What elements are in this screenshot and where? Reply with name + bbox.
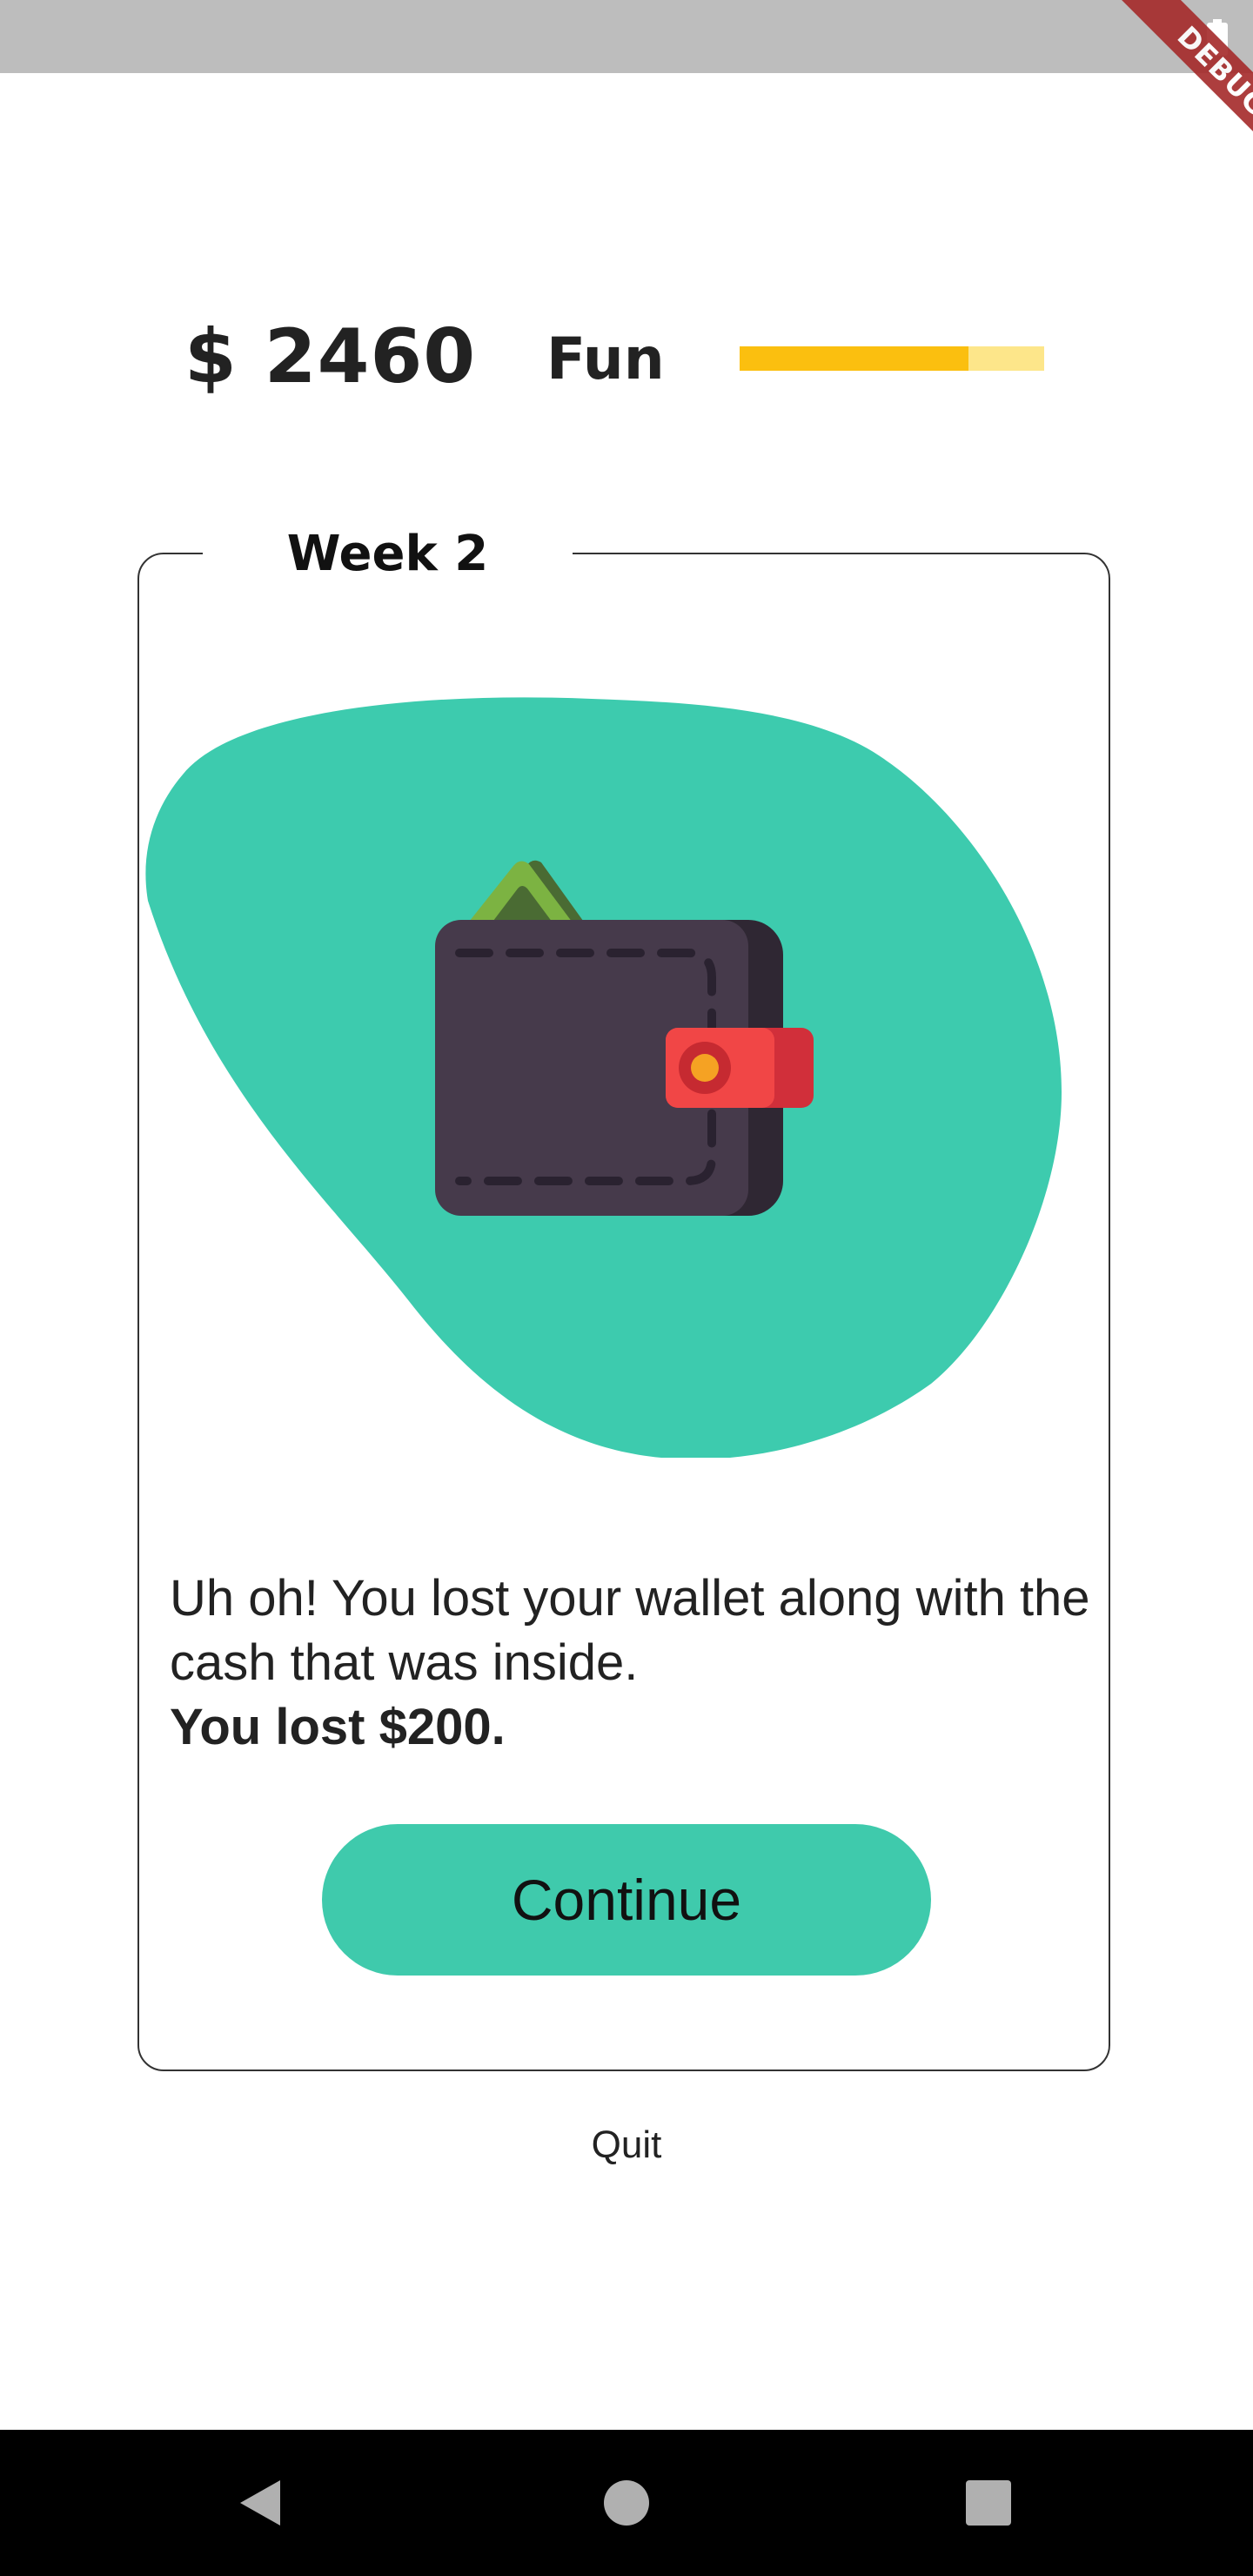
home-circle-icon[interactable] — [600, 2477, 653, 2529]
event-message: Uh oh! You lost your wallet along with t… — [170, 1566, 1092, 1760]
event-message-text: Uh oh! You lost your wallet along with t… — [170, 1570, 1090, 1691]
continue-button[interactable]: Continue — [322, 1824, 931, 1976]
money-balance: $ 2460 — [184, 313, 477, 400]
system-nav-bar — [0, 2430, 1253, 2576]
fun-progress-fill — [740, 346, 968, 371]
event-illustration — [145, 697, 1062, 1458]
quit-button[interactable]: Quit — [0, 2123, 1253, 2167]
event-loss-amount: You lost $200. — [170, 1699, 506, 1755]
fun-progress-bar — [740, 346, 1044, 371]
card-title: Week 2 — [286, 526, 489, 582]
fun-label: Fun — [546, 325, 665, 392]
recents-square-icon[interactable] — [962, 2477, 1015, 2529]
status-bar — [0, 0, 1253, 73]
back-triangle-icon[interactable] — [235, 2477, 287, 2529]
card-title-wrap: Week 2 — [203, 515, 573, 594]
stats-header: $ 2460 Fun — [0, 296, 1253, 418]
